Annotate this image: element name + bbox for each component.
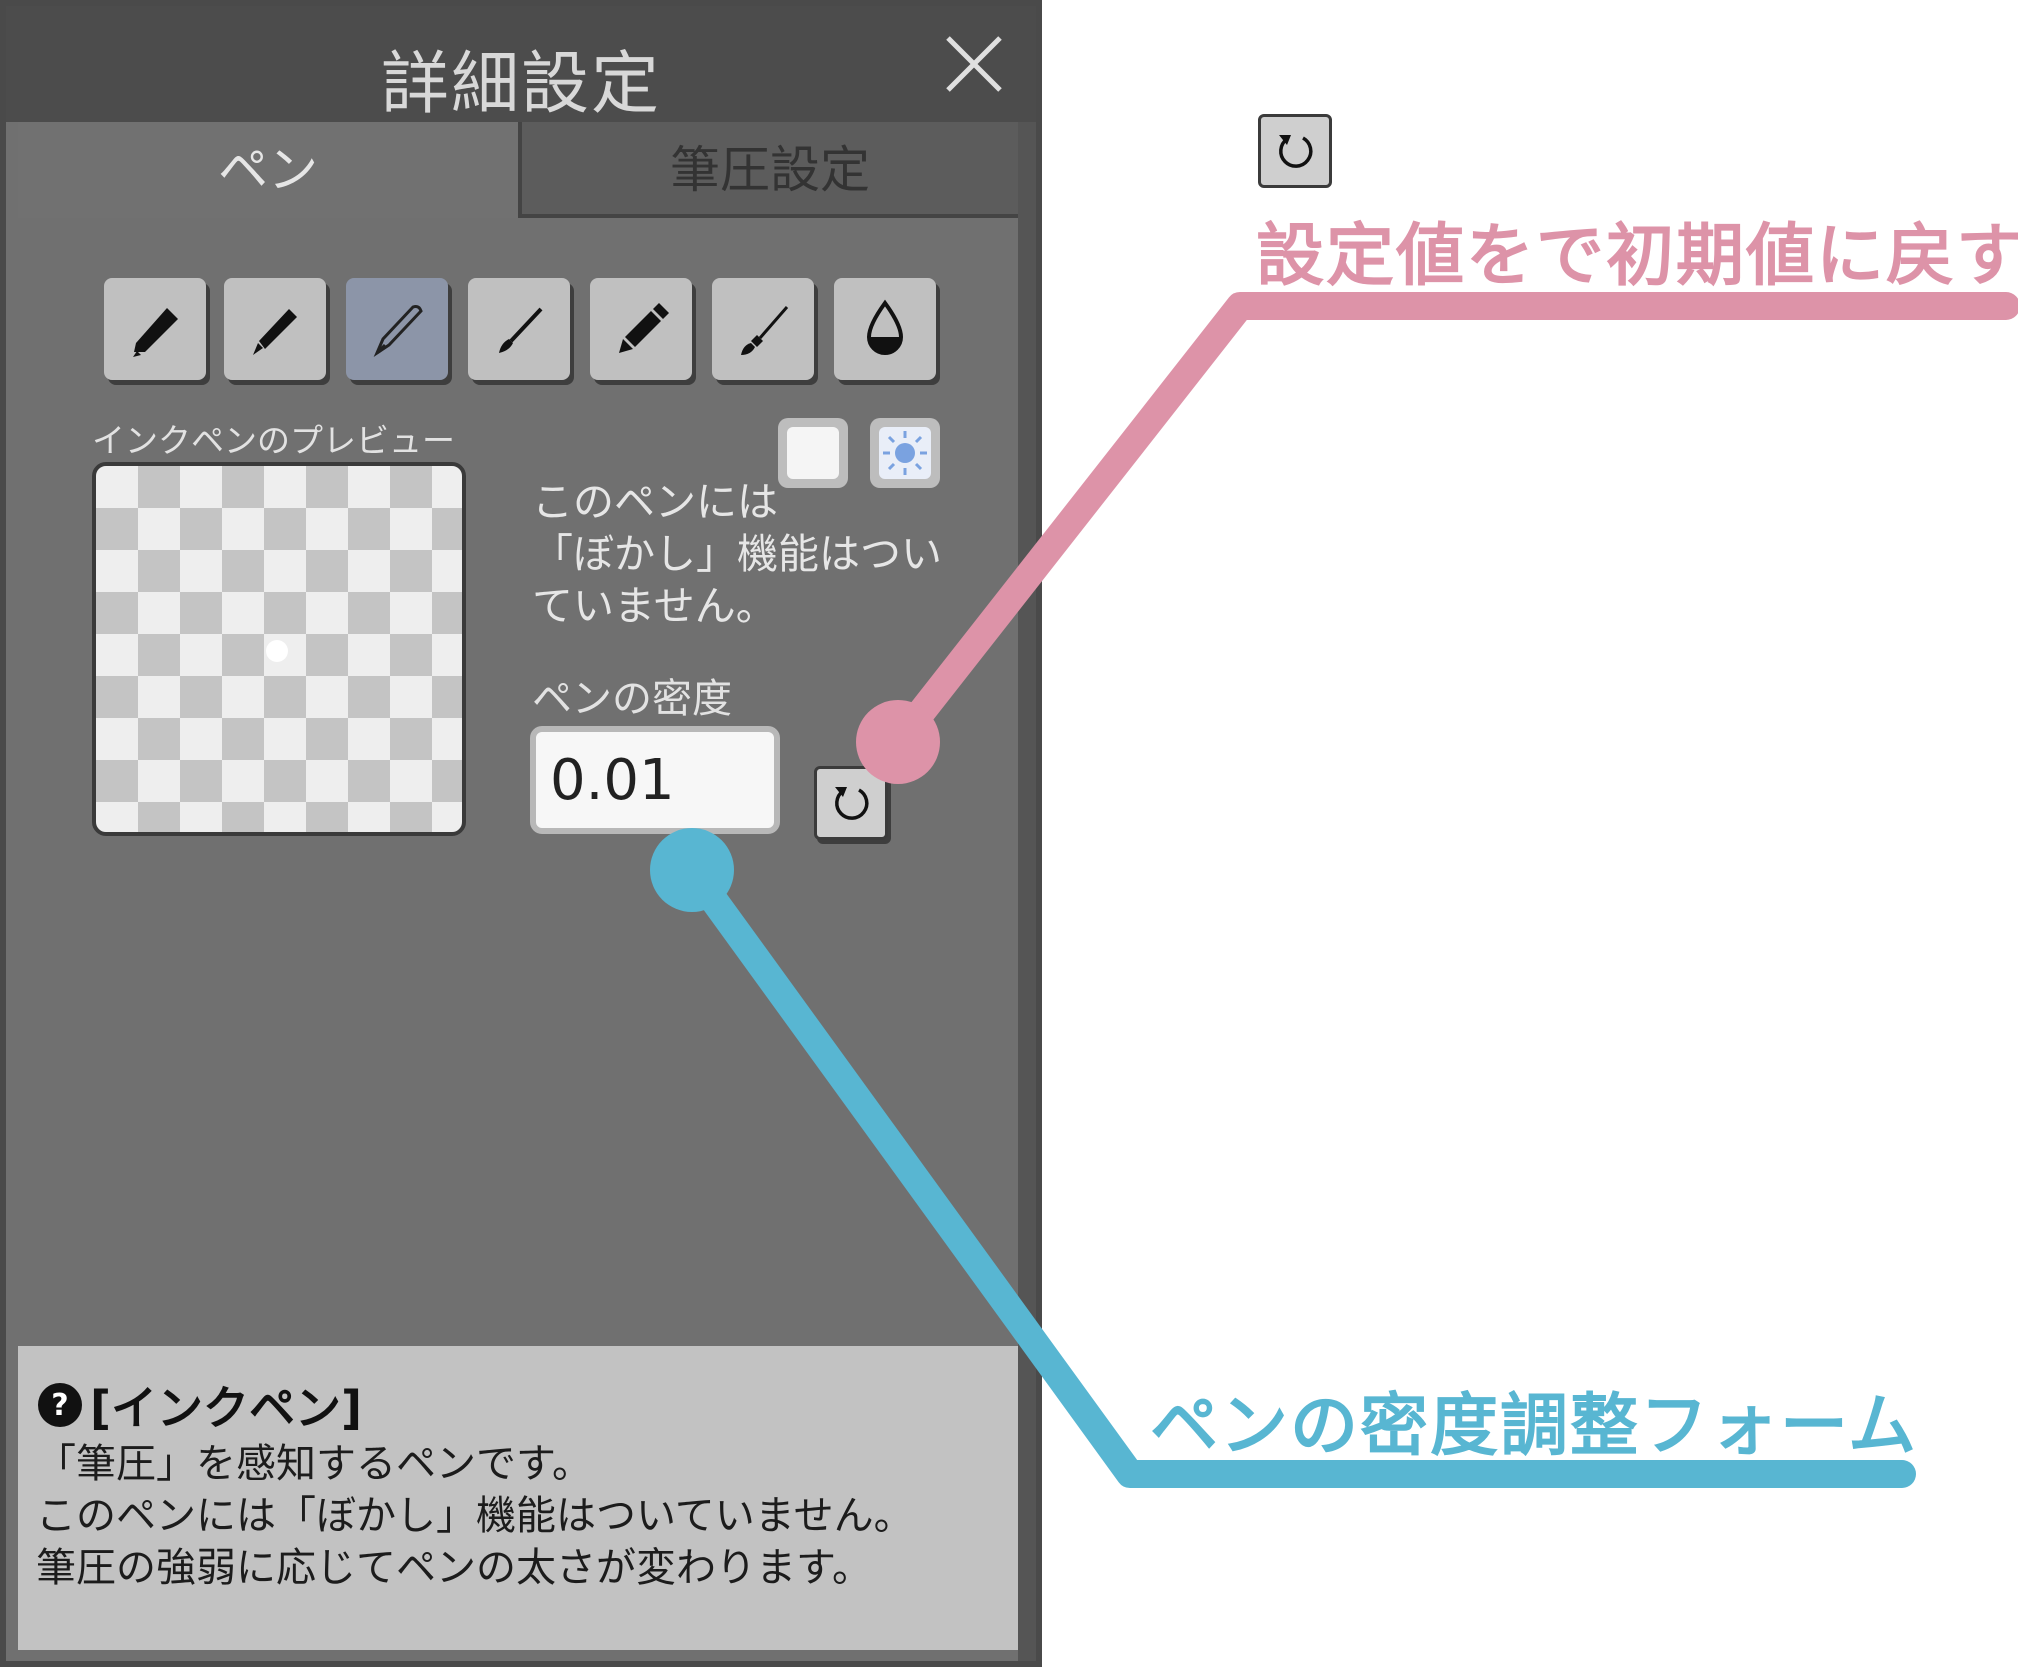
density-annotation-label: ペンの密度調整フォーム xyxy=(1150,1387,1918,1466)
reset-callout-dot xyxy=(856,700,940,784)
legend-reset-button xyxy=(1258,114,1332,188)
reset-icon xyxy=(1279,135,1313,168)
reset-annotation-label: 設定値をで初期値に戻す xyxy=(1256,217,2018,296)
reset-callout-line xyxy=(884,292,2018,756)
density-callout-dot xyxy=(650,828,734,912)
